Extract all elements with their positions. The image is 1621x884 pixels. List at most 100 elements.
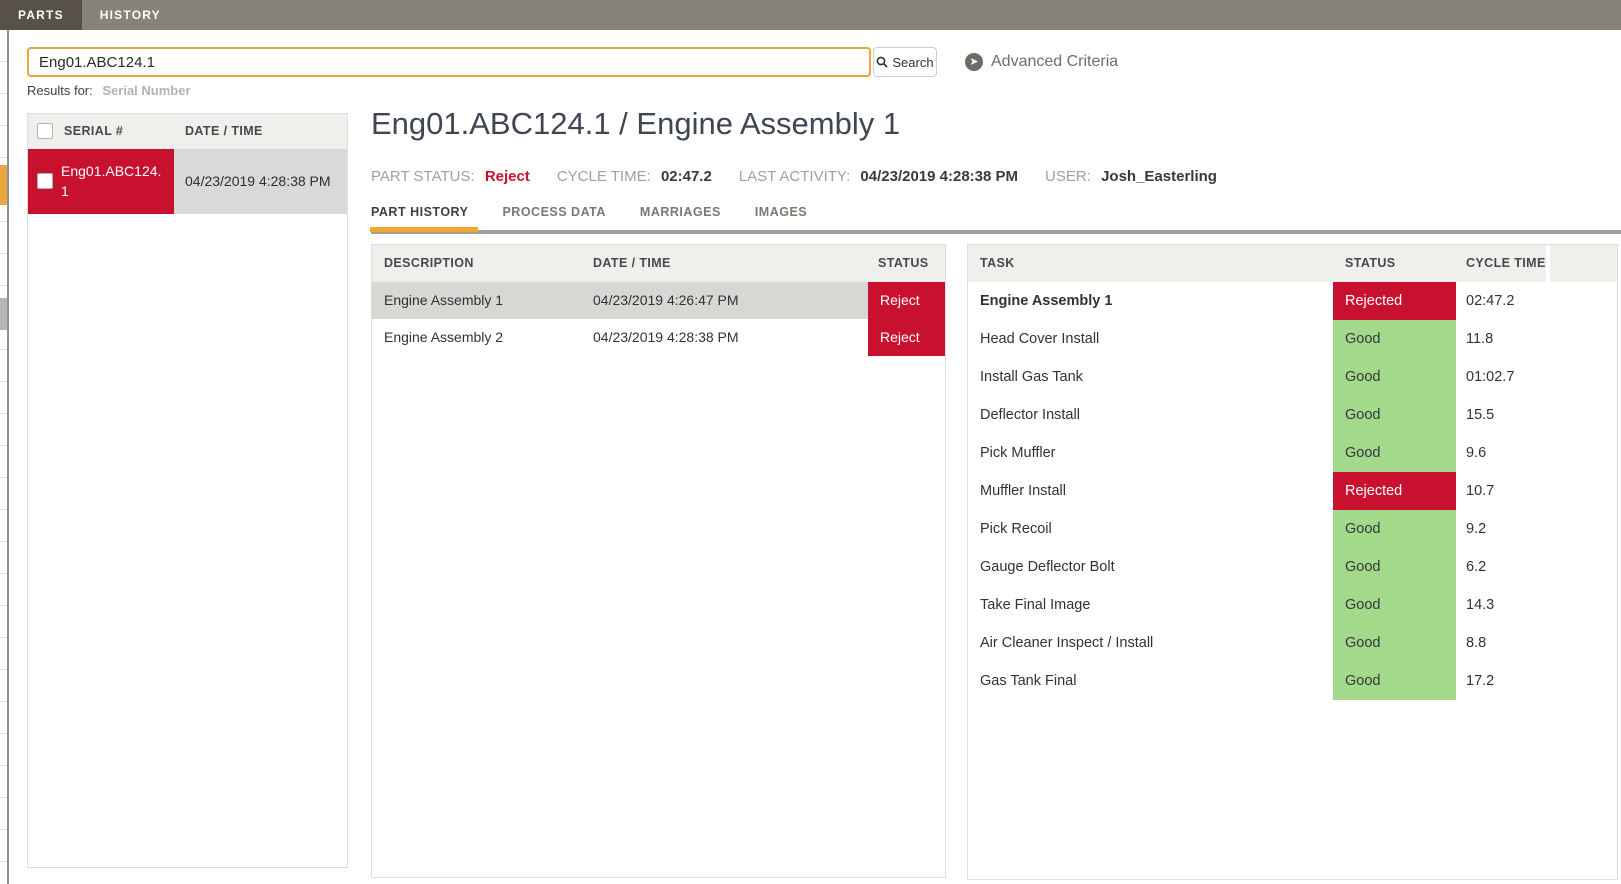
task-cycle-time: 02:47.2	[1466, 293, 1515, 309]
task-cycle-time: 9.2	[1466, 521, 1487, 537]
history-row[interactable]: Engine Assembly 2 04/23/2019 4:28:38 PM …	[372, 319, 945, 356]
summary-value: 04/23/2019 4:28:38 PM	[860, 168, 1019, 185]
task-cycle-time: 01:02.7	[1466, 369, 1515, 385]
task-row: Head Cover Install Good 11.8	[968, 320, 1617, 358]
nav-tab[interactable]: HISTORY	[82, 0, 179, 30]
summary-item: PART STATUS: Reject	[371, 168, 530, 185]
task-row: Pick Recoil Good 9.2	[968, 510, 1617, 548]
task-row: Muffler Install Rejected 10.7	[968, 472, 1617, 510]
task-name: Engine Assembly 1	[980, 293, 1113, 309]
task-cycle-time: 17.2	[1466, 673, 1495, 689]
summary-item: LAST ACTIVITY: 04/23/2019 4:28:38 PM	[739, 168, 1018, 185]
task-cycle-time: 10.7	[1466, 483, 1495, 499]
task-cycle-time: 8.8	[1466, 635, 1487, 651]
serial-search-input[interactable]	[27, 47, 871, 77]
select-all-checkbox[interactable]	[37, 123, 53, 139]
search-results-panel: SERIAL # DATE / TIME Eng01.ABC124.1 04/2…	[27, 113, 348, 868]
results-for-line: Results for: Serial Number	[27, 83, 191, 98]
detail-tabs: PART HISTORY PROCESS DATA MARRIAGES IMAG…	[369, 203, 1621, 234]
search-button[interactable]: Search	[873, 47, 937, 77]
task-cycle-time: 15.5	[1466, 407, 1495, 423]
task-name: Pick Recoil	[980, 521, 1052, 537]
task-cycle-time: 11.8	[1466, 331, 1494, 347]
task-status-badge: Good	[1333, 586, 1456, 624]
task-name: Head Cover Install	[980, 331, 1100, 347]
history-datetime: 04/23/2019 4:28:38 PM	[593, 329, 739, 345]
part-summary: PART STATUS: Reject CYCLE TIME: 02:47.2 …	[371, 168, 1244, 185]
task-name: Muffler Install	[980, 483, 1066, 499]
summary-value: Josh_Easterling	[1101, 168, 1217, 185]
header-column-divider	[1546, 245, 1550, 282]
part-history-panel: DESCRIPTION DATE / TIME STATUS Engine As…	[371, 244, 946, 878]
column-header-serial: SERIAL #	[64, 124, 124, 138]
advanced-criteria-link[interactable]: ➤ Advanced Criteria	[965, 47, 1118, 77]
task-results-panel: TASK STATUS CYCLE TIME Engine Assembly 1…	[967, 244, 1618, 880]
history-description: Engine Assembly 1	[384, 292, 504, 308]
task-row: Gauge Deflector Bolt Good 6.2	[968, 548, 1617, 586]
column-header-description: DESCRIPTION	[384, 256, 474, 270]
history-description: Engine Assembly 2	[384, 329, 504, 345]
task-name: Pick Muffler	[980, 445, 1056, 461]
detail-tab[interactable]: IMAGES	[755, 205, 807, 219]
column-header-cycle-time: CYCLE TIME	[1466, 256, 1546, 270]
summary-label: CYCLE TIME:	[556, 168, 651, 185]
advanced-criteria-label: Advanced Criteria	[991, 53, 1119, 70]
task-status-badge: Good	[1333, 358, 1456, 396]
nav-tab-label: HISTORY	[99, 8, 161, 22]
history-datetime: 04/23/2019 4:26:47 PM	[593, 292, 739, 308]
task-name: Deflector Install	[980, 407, 1080, 423]
history-status-badge: Reject	[868, 319, 945, 356]
page-title: Eng01.ABC124.1 / Engine Assembly 1	[371, 106, 901, 141]
task-cycle-time: 9.6	[1466, 445, 1487, 461]
task-status-badge: Rejected	[1333, 472, 1456, 510]
summary-label: USER:	[1045, 168, 1091, 185]
task-status-badge: Good	[1333, 548, 1456, 586]
column-header-status: STATUS	[1345, 256, 1396, 270]
background-window-fragment	[0, 298, 7, 330]
detail-tab[interactable]: PROCESS DATA	[502, 205, 605, 219]
detail-tab-label: PART HISTORY	[371, 205, 469, 219]
task-row: Gas Tank Final Good 17.2	[968, 662, 1617, 700]
task-name: Gauge Deflector Bolt	[980, 559, 1115, 575]
search-icon	[876, 56, 889, 68]
summary-value: Reject	[484, 168, 530, 185]
task-row: Air Cleaner Inspect / Install Good 8.8	[968, 624, 1617, 662]
nav-tab[interactable]: PARTS	[0, 0, 82, 30]
task-name: Take Final Image	[980, 597, 1091, 613]
result-datetime-value: 04/23/2019 4:28:38 PM	[174, 149, 347, 214]
detail-tab[interactable]: MARRIAGES	[640, 205, 721, 219]
summary-label: PART STATUS:	[371, 168, 475, 185]
result-row[interactable]: Eng01.ABC124.1 04/23/2019 4:28:38 PM	[28, 149, 347, 214]
task-table-header: TASK STATUS CYCLE TIME	[968, 245, 1617, 282]
nav-tab-label: PARTS	[18, 8, 64, 22]
task-status-badge: Good	[1333, 662, 1456, 700]
task-status-badge: Good	[1333, 396, 1456, 434]
task-cycle-time: 14.3	[1466, 597, 1495, 613]
arrow-circle-icon: ➤	[965, 53, 983, 71]
detail-tab[interactable]: PART HISTORY	[369, 205, 479, 232]
history-status-badge: Reject	[868, 282, 945, 319]
column-header-task: TASK	[980, 256, 1015, 270]
history-table-header: DESCRIPTION DATE / TIME STATUS	[372, 245, 945, 282]
background-window-edge	[0, 30, 9, 884]
task-name: Air Cleaner Inspect / Install	[980, 635, 1154, 651]
task-status-badge: Good	[1333, 434, 1456, 472]
task-status-badge: Good	[1333, 624, 1456, 662]
history-row[interactable]: Engine Assembly 1 04/23/2019 4:26:47 PM …	[372, 282, 945, 319]
detail-tab-label: PROCESS DATA	[502, 205, 606, 219]
task-row: Engine Assembly 1 Rejected 02:47.2	[968, 282, 1617, 320]
summary-item: CYCLE TIME: 02:47.2	[557, 168, 712, 185]
task-name: Install Gas Tank	[980, 369, 1083, 385]
task-row: Take Final Image Good 14.3	[968, 586, 1617, 624]
row-checkbox[interactable]	[37, 173, 53, 189]
task-status-badge: Rejected	[1333, 282, 1456, 320]
summary-item: USER: Josh_Easterling	[1045, 168, 1217, 185]
task-name: Gas Tank Final	[980, 673, 1077, 689]
column-header-datetime: DATE / TIME	[185, 124, 263, 138]
task-row: Deflector Install Good 15.5	[968, 396, 1617, 434]
task-status-badge: Good	[1333, 320, 1456, 358]
task-row: Pick Muffler Good 9.6	[968, 434, 1617, 472]
column-header-status: STATUS	[878, 256, 929, 270]
search-button-label: Search	[892, 54, 934, 70]
summary-label: LAST ACTIVITY:	[738, 168, 851, 185]
